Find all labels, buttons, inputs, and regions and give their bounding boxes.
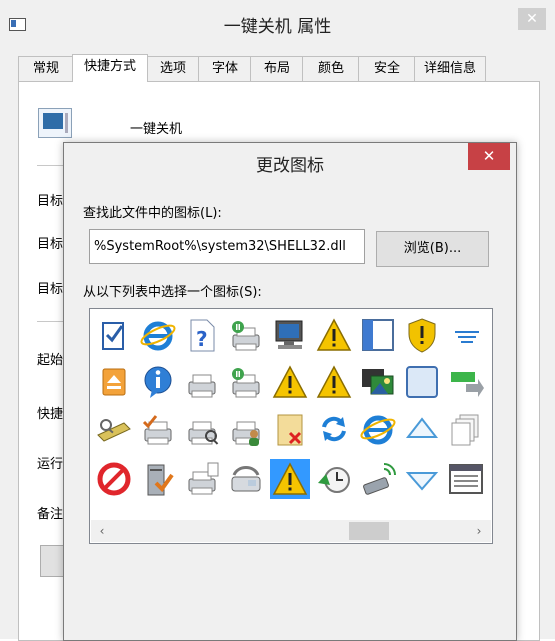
tab-1[interactable]: 常规 xyxy=(18,56,74,81)
field-label: 备注 xyxy=(37,507,64,522)
folder-delete-icon[interactable] xyxy=(270,409,310,449)
stacked-pages-icon[interactable] xyxy=(446,409,486,449)
clock-back-icon[interactable] xyxy=(314,459,354,499)
lines-icon[interactable] xyxy=(446,315,486,355)
scroll-left-arrow-icon[interactable]: ‹ xyxy=(94,522,110,540)
help-file-icon[interactable]: ? xyxy=(182,315,222,355)
warning-icon[interactable] xyxy=(270,362,310,402)
scroll-thumb[interactable] xyxy=(349,522,389,540)
shortcut-name: 一键关机 xyxy=(130,122,183,137)
horizontal-scrollbar[interactable]: ‹ › xyxy=(91,520,491,542)
usb-wireless-icon[interactable] xyxy=(358,459,398,499)
printer-check-icon[interactable] xyxy=(138,409,178,449)
computer-monitor-icon[interactable] xyxy=(270,315,310,355)
no-entry-icon[interactable] xyxy=(94,459,134,499)
field-label: 目标 xyxy=(37,237,64,252)
tab-6[interactable]: 颜色 xyxy=(302,56,360,81)
find-icons-label: 查找此文件中的图标(L): xyxy=(83,206,222,221)
warning-icon[interactable] xyxy=(314,362,354,402)
icon-list[interactable]: ? ‹ › xyxy=(89,308,493,544)
printer-search-icon[interactable] xyxy=(182,409,222,449)
scroll-right-arrow-icon[interactable]: › xyxy=(471,522,487,540)
window-pane-icon[interactable] xyxy=(358,315,398,355)
field-label: 目标 xyxy=(37,194,64,209)
field-label: 快捷 xyxy=(37,407,64,422)
tab-5[interactable]: 布局 xyxy=(250,56,304,81)
printer-icon[interactable] xyxy=(182,362,222,402)
transfer-arrow-icon[interactable] xyxy=(446,362,486,402)
film-photo-icon[interactable] xyxy=(358,362,398,402)
window-close-button[interactable]: ✕ xyxy=(518,8,546,30)
triangle-up-icon[interactable] xyxy=(402,409,442,449)
change-icon-dialog: 更改图标 ✕ 查找此文件中的图标(L): 浏览(B)... 从以下列表中选择一个… xyxy=(63,142,517,641)
warning-icon[interactable] xyxy=(314,315,354,355)
tab-4[interactable]: 字体 xyxy=(198,56,252,81)
svg-text:?: ? xyxy=(196,327,208,351)
window-title: 一键关机 属性 xyxy=(223,17,332,37)
browse-button[interactable]: 浏览(B)... xyxy=(376,231,489,267)
title-bar: 一键关机 属性 ✕ xyxy=(0,0,555,48)
internet-explorer-icon[interactable] xyxy=(358,409,398,449)
tab-8[interactable]: 详细信息 xyxy=(414,56,486,81)
scanner-icon[interactable] xyxy=(94,409,134,449)
refresh-icon[interactable] xyxy=(314,409,354,449)
eject-icon[interactable] xyxy=(94,362,134,402)
blank-window-icon[interactable] xyxy=(402,362,442,402)
window-list-icon[interactable] xyxy=(446,459,486,499)
printer-green-icon[interactable] xyxy=(226,315,266,355)
field-label: 运行 xyxy=(37,457,64,472)
icon-file-path-input[interactable] xyxy=(89,229,365,264)
printer-green-icon[interactable] xyxy=(226,362,266,402)
select-icon-label: 从以下列表中选择一个图标(S): xyxy=(83,285,262,300)
shortcut-icon xyxy=(38,108,72,138)
printer-users-icon[interactable] xyxy=(226,409,266,449)
info-icon[interactable] xyxy=(138,362,178,402)
dialog-title: 更改图标 xyxy=(256,156,324,176)
server-check-icon[interactable] xyxy=(138,459,178,499)
internet-explorer-icon[interactable] xyxy=(138,315,178,355)
field-label: 起始 xyxy=(37,353,64,368)
printer-document-icon[interactable] xyxy=(182,459,222,499)
tab-7[interactable]: 安全 xyxy=(358,56,416,81)
security-shield-icon[interactable] xyxy=(402,315,442,355)
dialog-close-button[interactable]: ✕ xyxy=(468,143,510,170)
fax-icon[interactable] xyxy=(226,459,266,499)
tab-2[interactable]: 快捷方式 xyxy=(72,54,148,82)
tab-3[interactable]: 选项 xyxy=(146,56,200,81)
triangle-down-icon[interactable] xyxy=(402,459,442,499)
warning-icon-selected[interactable] xyxy=(270,459,310,499)
checklist-icon[interactable] xyxy=(94,315,134,355)
field-label: 目标 xyxy=(37,282,64,297)
